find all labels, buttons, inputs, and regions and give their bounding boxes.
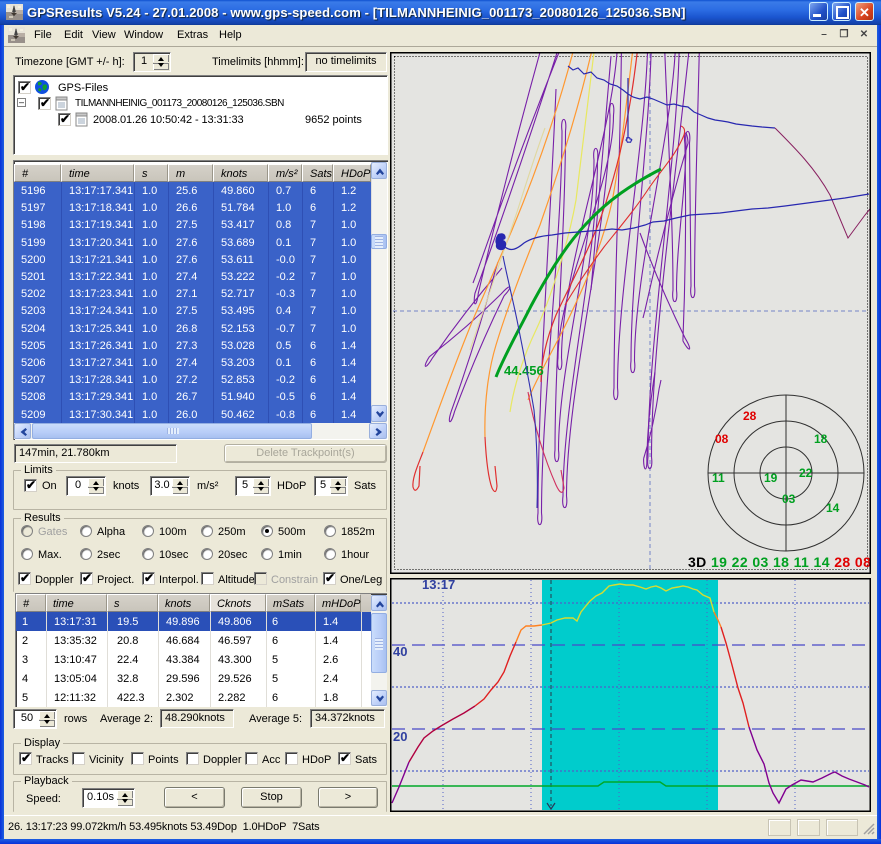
- svg-text:28: 28: [743, 409, 757, 423]
- svg-text:14: 14: [826, 501, 840, 515]
- svg-text:03: 03: [782, 492, 796, 506]
- svg-text:08: 08: [715, 432, 729, 446]
- svg-text:18: 18: [814, 432, 828, 446]
- svg-text:44.456: 44.456: [504, 363, 544, 378]
- svg-text:20: 20: [393, 729, 407, 744]
- svg-text:19: 19: [764, 471, 778, 485]
- svg-text:13:17: 13:17: [422, 578, 455, 592]
- svg-text:22: 22: [799, 466, 813, 480]
- svg-text:11: 11: [712, 471, 725, 485]
- svg-text:3D 19 22 03 18 11 14 28 08: 3D 19 22 03 18 11 14 28 08: [688, 554, 871, 570]
- svg-text:40: 40: [393, 644, 407, 659]
